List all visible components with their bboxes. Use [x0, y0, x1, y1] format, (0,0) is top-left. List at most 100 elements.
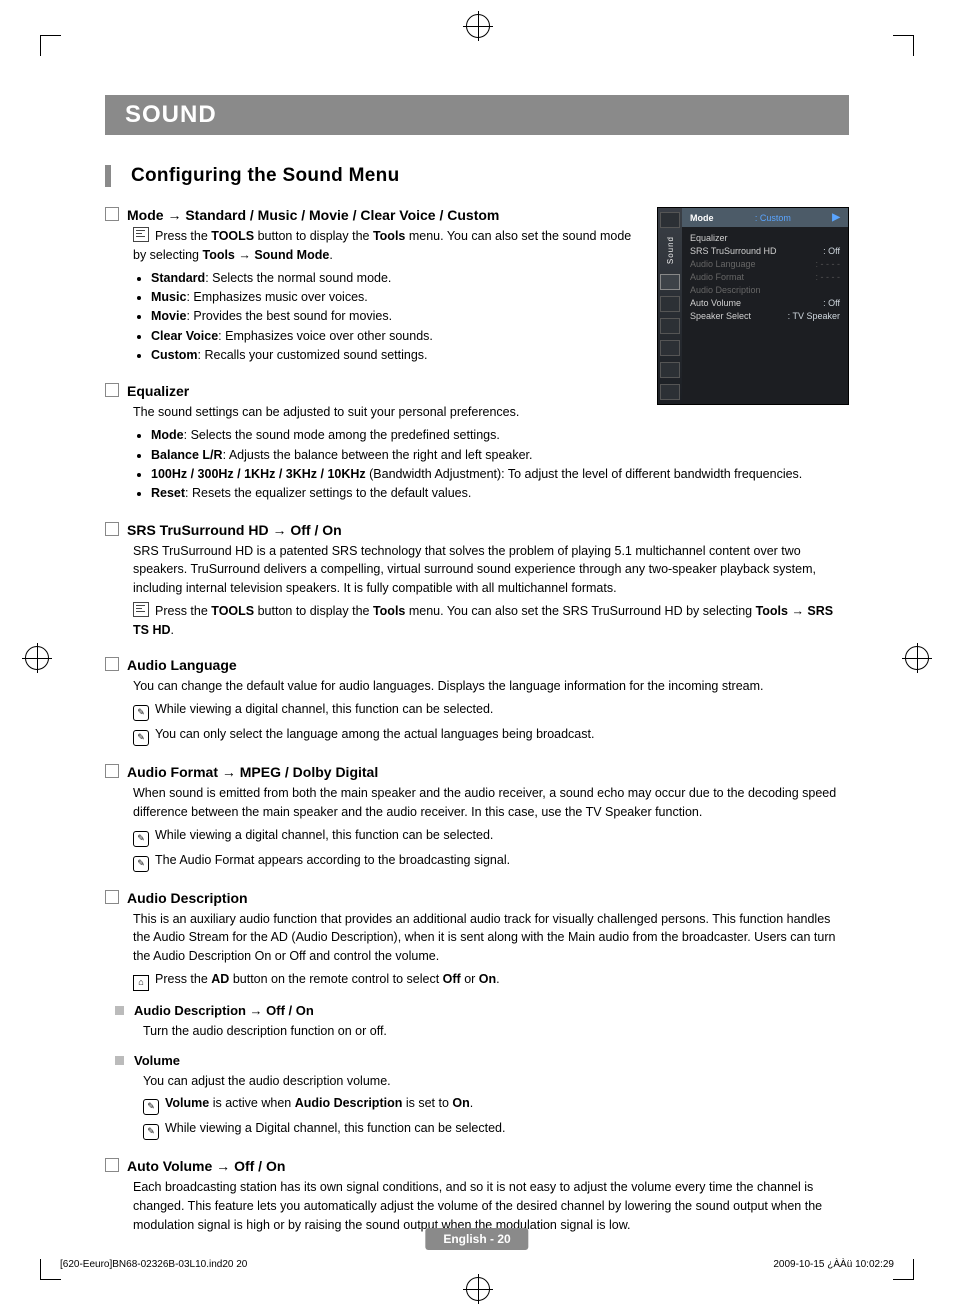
section-srs: SRS TruSurround HD → Off / On SRS TruSur… [105, 522, 849, 640]
body-text: . [496, 972, 499, 986]
body-text: or [461, 972, 479, 986]
body-text: button on the remote control to select [229, 972, 442, 986]
tools-icon [133, 602, 149, 617]
osd-preview: Sound Mode : Custom ▶ Equalizer SRS TruSu… [657, 207, 849, 405]
body-text: . [171, 623, 174, 637]
body-text: While viewing a digital channel, this fu… [155, 828, 493, 842]
osd-row-label: Auto Volume [690, 298, 741, 308]
osd-header-value: : Custom [755, 213, 791, 223]
body-text: is set to [402, 1096, 452, 1110]
body-text: . [329, 248, 332, 262]
footer-left: [620-Eeuro]BN68-02326B-03L10.ind20 20 [60, 1259, 247, 1270]
body-text: TOOLS [211, 604, 254, 618]
osd-header-label: Mode [690, 213, 714, 223]
subsection-volume: Volume You can adjust the audio descript… [115, 1053, 849, 1141]
square-bullet-icon [115, 1006, 124, 1015]
list-item: Movie: Provides the best sound for movie… [151, 307, 645, 326]
outline-bullet-icon [105, 657, 119, 671]
note-icon: ✎ [143, 1099, 159, 1115]
list-item: Reset: Resets the equalizer settings to … [151, 484, 849, 503]
osd-row: Audio Format: - - - - [690, 270, 840, 283]
section-title: Auto Volume → Off / On [127, 1158, 285, 1174]
osd-tab-icon [660, 212, 680, 228]
body-text: The sound settings can be adjusted to su… [133, 403, 849, 422]
osd-tab-icon [660, 340, 680, 356]
outline-bullet-icon [105, 764, 119, 778]
section-audio-format: Audio Format → MPEG / Dolby Digital When… [105, 764, 849, 872]
osd-row-value: : Off [823, 298, 840, 308]
section-title: Equalizer [127, 383, 189, 399]
outline-bullet-icon [105, 1158, 119, 1172]
body-text: On [452, 1096, 469, 1110]
osd-tab-icon [660, 318, 680, 334]
osd-row-label: Equalizer [690, 233, 728, 243]
list-item: Standard: Selects the normal sound mode. [151, 269, 645, 288]
body-text: Press the [155, 604, 211, 618]
osd-row-label: Audio Language [690, 259, 756, 269]
section-audio-language: Audio Language You can change the defaul… [105, 657, 849, 746]
osd-row: Auto Volume : Off [690, 296, 840, 309]
section-title: SRS TruSurround HD → Off / On [127, 522, 342, 538]
note-icon: ✎ [133, 705, 149, 721]
osd-row-label: SRS TruSurround HD [690, 246, 777, 256]
osd-row: Equalizer [690, 231, 840, 244]
tools-icon [133, 227, 149, 242]
square-bullet-icon [115, 1056, 124, 1065]
registration-mark [25, 646, 49, 670]
body-text: Turn the audio description function on o… [143, 1022, 849, 1041]
list-item: Mode: Selects the sound mode among the p… [151, 426, 849, 445]
section-mode: Mode → Standard / Music / Movie / Clear … [105, 207, 645, 365]
body-text: Press the [155, 972, 211, 986]
osd-row-label: Speaker Select [690, 311, 751, 321]
osd-row: Speaker Select : TV Speaker [690, 309, 840, 322]
osd-row-value: : - - - - [816, 259, 841, 269]
osd-category-label: Sound [666, 236, 675, 264]
crop-mark [893, 1259, 914, 1280]
body-text: AD [211, 972, 229, 986]
osd-tab-icon [660, 362, 680, 378]
body-text: Tools → Sound Mode [202, 248, 329, 262]
subhead-title: Configuring the Sound Menu [131, 165, 399, 187]
body-text: You can change the default value for aud… [133, 677, 849, 696]
osd-row-value: : TV Speaker [788, 311, 840, 321]
registration-mark [466, 14, 490, 38]
body-text: Audio Description [295, 1096, 403, 1110]
body-text: While viewing a Digital channel, this fu… [165, 1121, 505, 1135]
subsection-title: Audio Description → Off / On [134, 1003, 314, 1018]
list-item: 100Hz / 300Hz / 1KHz / 3KHz / 10KHz (Ban… [151, 465, 849, 484]
body-text: Press the [155, 229, 211, 243]
subsection-ad-onoff: Audio Description → Off / On Turn the au… [115, 1003, 849, 1041]
remote-icon: ⌂ [133, 975, 149, 991]
outline-bullet-icon [105, 522, 119, 536]
body-text: While viewing a digital channel, this fu… [155, 702, 493, 716]
arrow-right-icon: ▶ [832, 212, 840, 223]
body-text: Tools [373, 604, 405, 618]
body-text: is active when [209, 1096, 294, 1110]
body-text: button to display the [254, 604, 373, 618]
list-item: Music: Emphasizes music over voices. [151, 288, 645, 307]
body-text: menu. You can also set the SRS TruSurrou… [405, 604, 755, 618]
osd-row-label: Audio Format [690, 272, 744, 282]
section-title: Audio Language [127, 657, 237, 673]
body-text: The Audio Format appears according to th… [155, 853, 510, 867]
note-icon: ✎ [133, 831, 149, 847]
osd-row: Audio Language : - - - - [690, 257, 840, 270]
note-icon: ✎ [133, 856, 149, 872]
list-item: Custom: Recalls your customized sound se… [151, 346, 645, 365]
body-text: On [479, 972, 496, 986]
body-text: . [470, 1096, 473, 1110]
osd-tab-icon [660, 384, 680, 400]
body-text: button to display the [254, 229, 373, 243]
section-title: Mode → Standard / Music / Movie / Clear … [127, 207, 499, 223]
section-audio-description: Audio Description This is an auxiliary a… [105, 890, 849, 1141]
body-text: Volume [165, 1096, 209, 1110]
body-text: You can adjust the audio description vol… [143, 1072, 849, 1091]
footer-right: 2009-10-15 ¿ÀÀü 10:02:29 [773, 1259, 894, 1270]
subsection-title: Volume [134, 1053, 180, 1068]
osd-tab-icon [660, 274, 680, 290]
osd-row-value: : Off [823, 246, 840, 256]
section-title: Audio Description [127, 890, 248, 906]
note-icon: ✎ [133, 730, 149, 746]
crop-mark [893, 35, 914, 56]
crop-mark [40, 1259, 61, 1280]
